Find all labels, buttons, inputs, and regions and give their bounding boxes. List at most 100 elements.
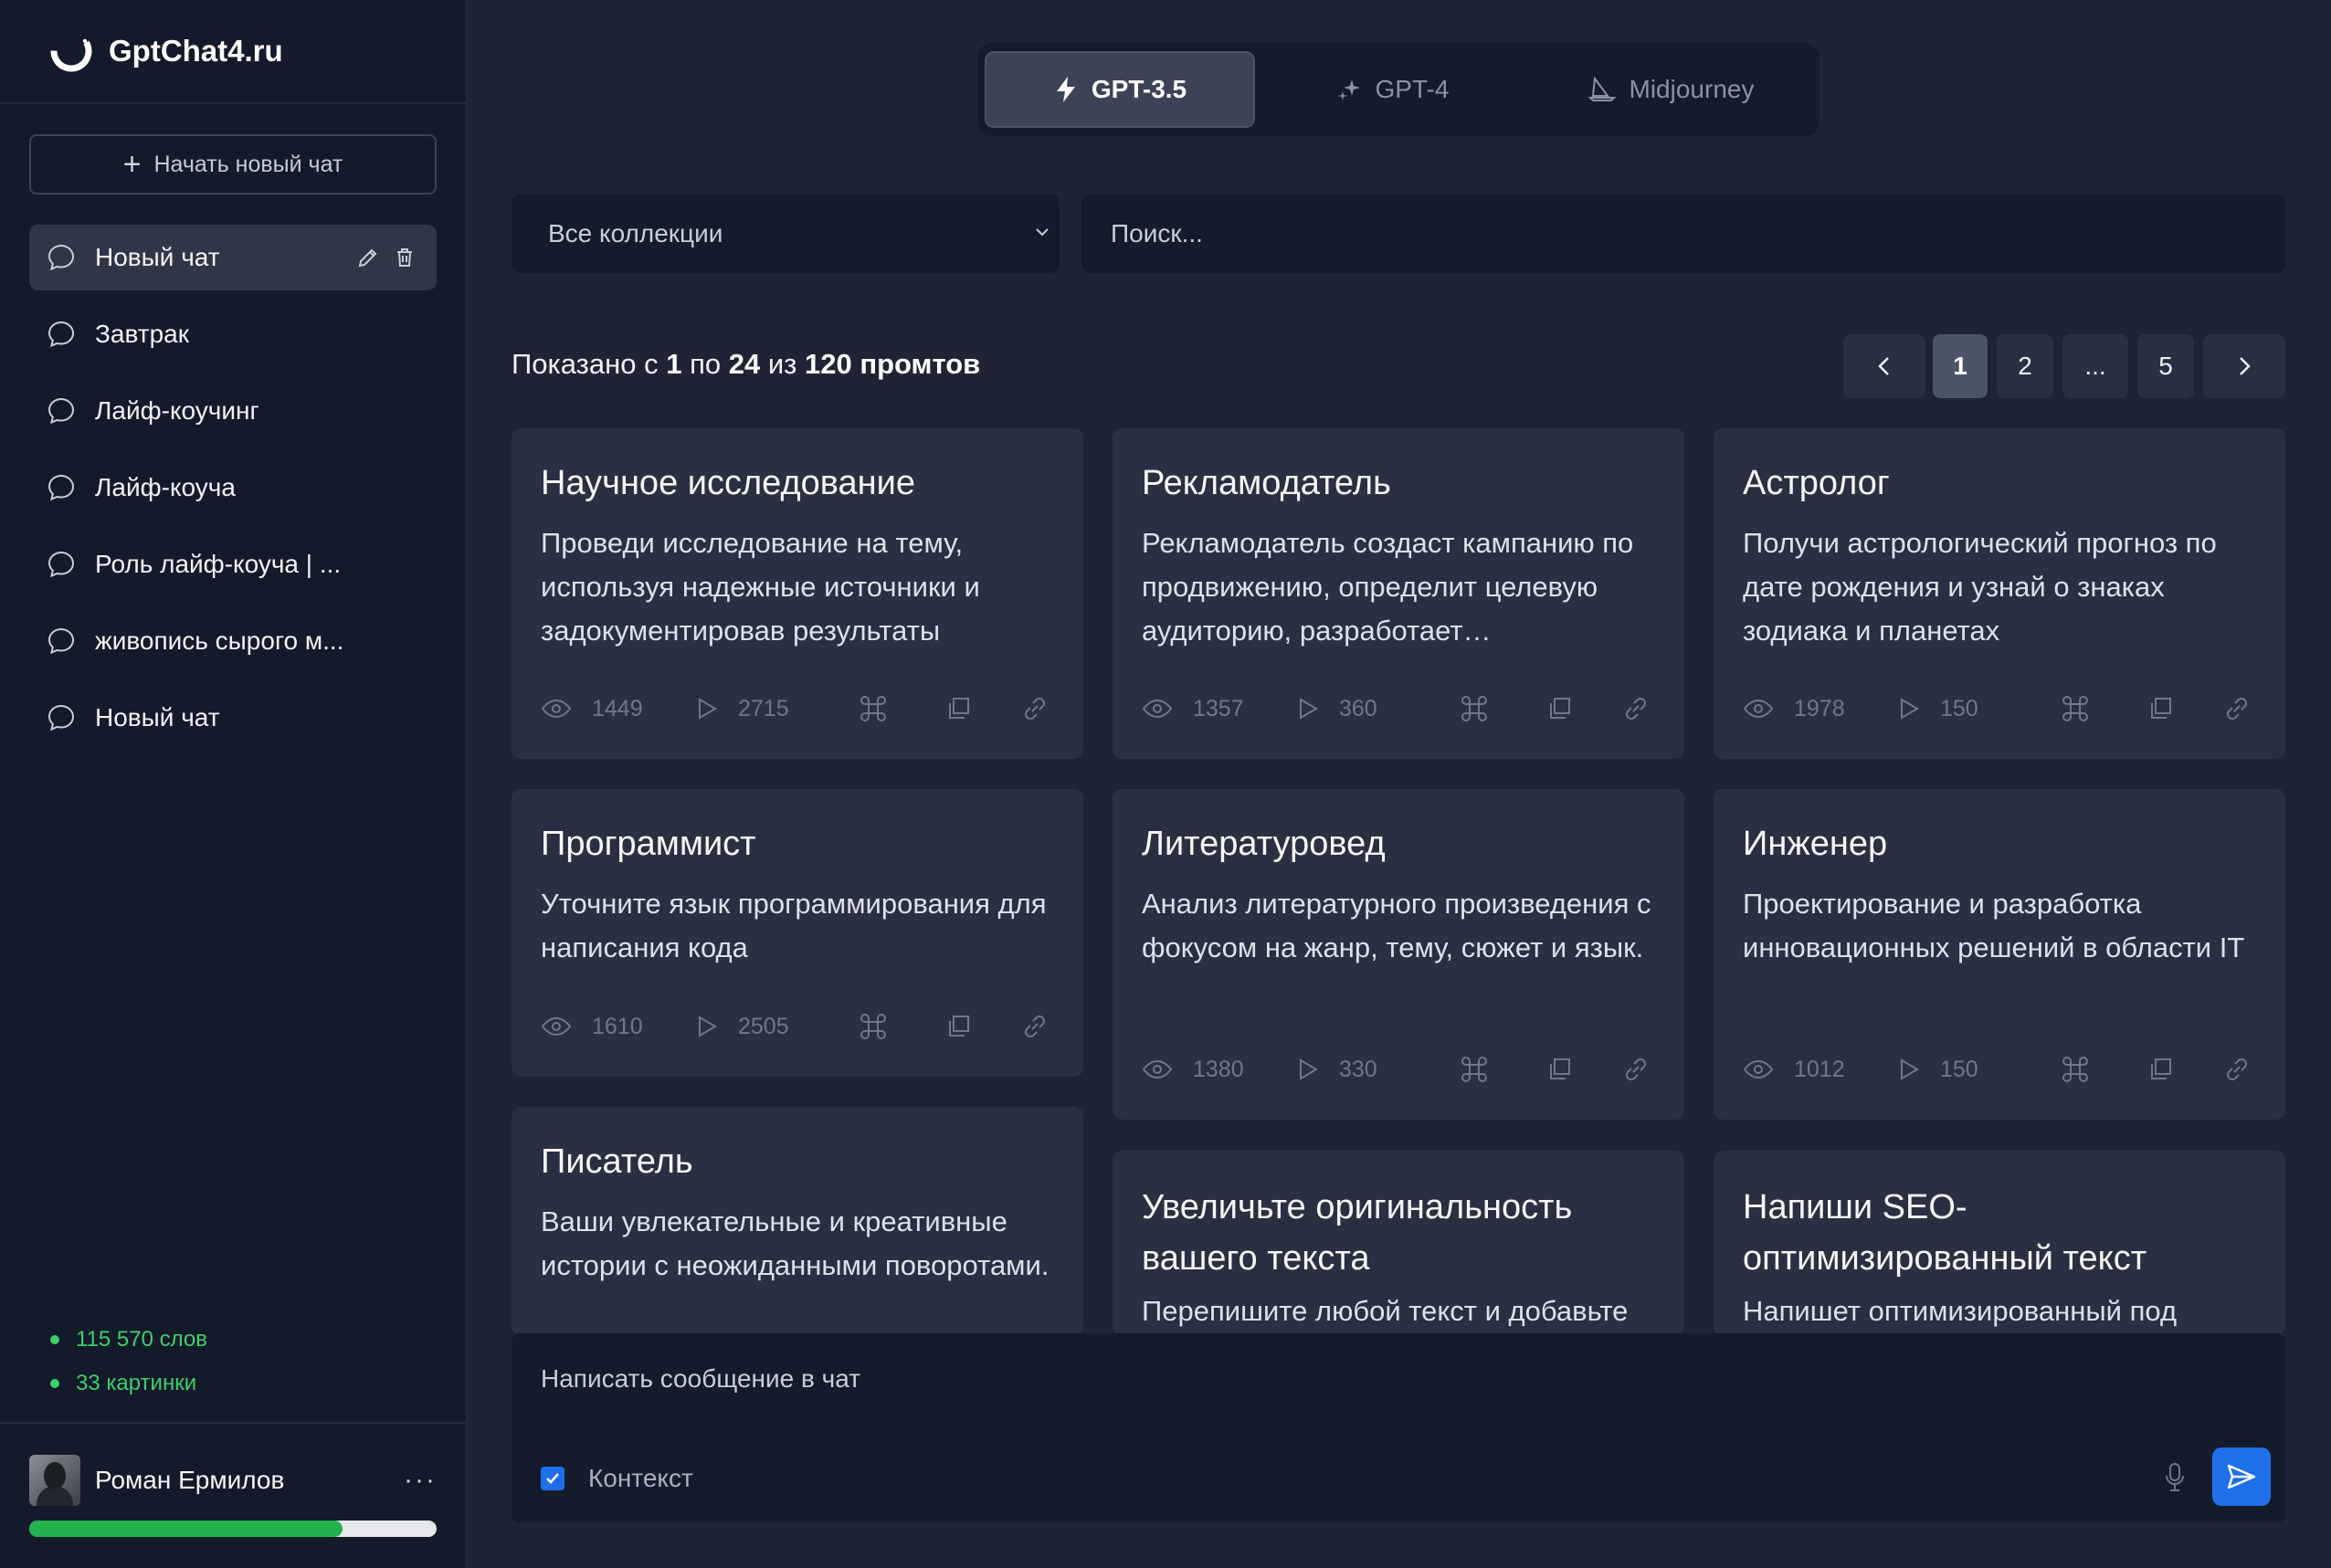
chat-item[interactable]: живопись сырого м...	[29, 608, 437, 674]
model-tab-gpt35[interactable]: GPT-3.5	[985, 51, 1255, 128]
prompt-card[interactable]: Увеличьте оригинальность вашего текста П…	[1113, 1151, 1684, 1335]
copy-icon[interactable]	[944, 1012, 974, 1041]
chevron-right-icon	[2240, 357, 2251, 375]
model-switcher: GPT-3.5 GPT-4 Midjourney	[977, 43, 1819, 136]
brand[interactable]: GptChat4.ru	[0, 0, 466, 104]
prompt-card[interactable]: Рекламодатель Рекламодатель создаст камп…	[1113, 428, 1684, 759]
send-button[interactable]	[2212, 1447, 2271, 1506]
chat-bubble-icon	[47, 551, 75, 578]
model-tab-label: GPT-3.5	[1091, 75, 1187, 103]
copy-icon[interactable]	[1545, 694, 1575, 723]
summary-text: по	[690, 348, 722, 380]
prompt-card-title: Увеличьте оригинальность вашего текста	[1142, 1188, 1573, 1278]
user-name[interactable]: Роман Ермилов	[95, 1466, 404, 1495]
link-icon[interactable]	[1620, 1054, 1651, 1085]
prompt-card[interactable]: Инженер Проектирование и разработка инно…	[1714, 789, 2285, 1120]
chat-item[interactable]: Роль лайф-коуча | ...	[29, 531, 437, 597]
command-icon[interactable]	[859, 1012, 888, 1041]
model-tab-gpt4[interactable]: GPT-4	[1255, 51, 1529, 128]
avatar[interactable]	[29, 1455, 80, 1506]
prompt-card[interactable]: Астролог Получи астрологический прогноз …	[1714, 428, 2285, 759]
prompt-card[interactable]: Программист Уточните язык программирован…	[512, 789, 1083, 1077]
context-toggle[interactable]: Контекст	[541, 1464, 693, 1493]
copy-icon[interactable]	[2146, 1055, 2176, 1084]
summary-total: 120 промтов	[805, 348, 981, 380]
eye-icon	[1743, 1059, 1774, 1079]
link-icon[interactable]	[2221, 1054, 2252, 1085]
runs-count: 150	[1940, 695, 1978, 721]
command-icon[interactable]	[2061, 1055, 2090, 1084]
link-icon[interactable]	[1019, 1011, 1050, 1042]
views-count: 1380	[1193, 1056, 1244, 1082]
edit-icon[interactable]	[356, 246, 380, 269]
search-input[interactable]	[1081, 195, 2285, 273]
microphone-icon[interactable]	[2163, 1461, 2187, 1494]
more-options-icon[interactable]: ···	[404, 1465, 437, 1496]
link-icon[interactable]	[1019, 693, 1050, 724]
views-count: 1012	[1794, 1056, 1845, 1082]
chat-item-label: живопись сырого м...	[95, 626, 344, 655]
prompt-card-title: Научное исследование	[541, 464, 916, 502]
copy-icon[interactable]	[944, 694, 974, 723]
chat-item[interactable]: Новый чат	[29, 685, 437, 751]
sparkles-icon	[1337, 79, 1360, 100]
pagination-prev-button[interactable]	[1843, 334, 1925, 398]
chat-list: Новый чат Завтрак Лайф-коучинг Лайф-коуч…	[29, 225, 437, 762]
prompt-card[interactable]: Научное исследование Проведи исследовани…	[512, 428, 1083, 759]
prompt-card-description: Напишет оптимизированный под	[1743, 1295, 2178, 1327]
pagination-page-button[interactable]: 2	[1997, 334, 2053, 398]
prompt-card[interactable]: Литературовед Анализ литературного произ…	[1113, 789, 1684, 1120]
link-icon[interactable]	[2221, 693, 2252, 724]
prompt-card-title: Инженер	[1743, 825, 1888, 863]
user-panel: Роман Ермилов ···	[0, 1422, 466, 1568]
eye-icon	[1142, 1059, 1173, 1079]
collection-select[interactable]: Все коллекции	[512, 195, 1060, 273]
bolt-icon	[1056, 77, 1075, 102]
pagination-page-button[interactable]: 5	[2137, 334, 2194, 398]
prompt-card-description: Ваши увлекательные и креативные истории …	[541, 1205, 1049, 1281]
sidebar: GptChat4.ru + Начать новый чат Новый чат…	[0, 0, 468, 1568]
chat-item[interactable]: Лайф-коуча	[29, 455, 437, 521]
chat-bubble-icon	[47, 704, 75, 731]
command-icon[interactable]	[1460, 694, 1489, 723]
prompt-card[interactable]: Напиши SEO-оптимизированный текст Напише…	[1714, 1151, 2285, 1335]
play-icon	[1901, 1058, 1919, 1080]
copy-icon[interactable]	[1545, 1055, 1575, 1084]
chat-item[interactable]: Завтрак	[29, 301, 437, 367]
views-count: 1978	[1794, 695, 1845, 721]
chat-item[interactable]: Лайф-коучинг	[29, 378, 437, 444]
prompt-card-description: Проведи исследование на тему, используя …	[541, 527, 980, 647]
check-icon	[546, 1473, 559, 1484]
summary-to: 24	[728, 348, 761, 380]
new-chat-button[interactable]: + Начать новый чат	[29, 134, 437, 195]
prompt-card-footer: 1012 150	[1743, 1054, 2256, 1085]
link-icon[interactable]	[1620, 693, 1651, 724]
command-icon[interactable]	[2061, 694, 2090, 723]
chat-item-label: Роль лайф-коуча | ...	[95, 550, 342, 578]
chat-item-label: Лайф-коучинг	[95, 396, 259, 425]
prompt-card[interactable]: Писатель Ваши увлекательные и креативные…	[512, 1107, 1083, 1335]
chat-item-label: Лайф-коуча	[95, 473, 236, 501]
chat-item[interactable]: Новый чат	[29, 225, 437, 290]
words-stat: 115 570 слов	[50, 1318, 207, 1362]
prompt-card-description: Уточните язык программирования для напис…	[541, 888, 1047, 963]
logo-icon	[50, 30, 92, 72]
command-icon[interactable]	[859, 694, 888, 723]
prompt-card-description: Анализ литературного произведения с фоку…	[1142, 888, 1651, 963]
pagination-next-button[interactable]	[2203, 334, 2285, 398]
sailboat-icon	[1587, 76, 1616, 101]
copy-icon[interactable]	[2146, 694, 2176, 723]
trash-icon[interactable]	[393, 246, 417, 269]
summary-text: из	[767, 348, 797, 380]
command-icon[interactable]	[1460, 1055, 1489, 1084]
chat-item-label: Завтрак	[95, 320, 189, 348]
model-tab-midjourney[interactable]: Midjourney	[1529, 51, 1812, 128]
runs-count: 360	[1339, 695, 1377, 721]
prompt-card-footer: 1380 330	[1142, 1054, 1655, 1085]
summary-from: 1	[666, 348, 682, 380]
pagination-page-button[interactable]: 1	[1933, 334, 1988, 398]
context-checkbox[interactable]	[541, 1467, 564, 1490]
model-tab-label: GPT-4	[1375, 75, 1450, 103]
message-input[interactable]	[541, 1364, 2185, 1410]
chevron-down-icon	[1036, 228, 1049, 237]
